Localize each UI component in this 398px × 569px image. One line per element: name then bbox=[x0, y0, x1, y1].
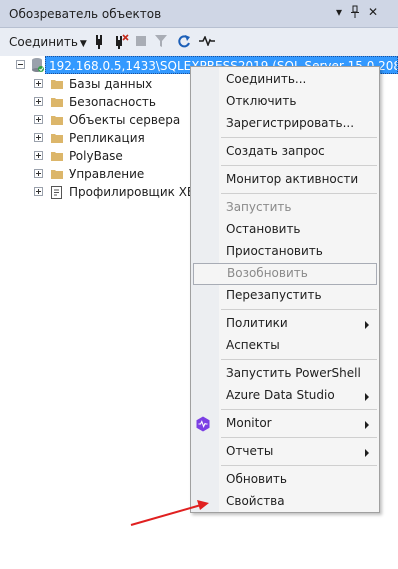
server-icon bbox=[31, 57, 44, 78]
menu-item-reports[interactable]: Отчеты bbox=[191, 441, 379, 463]
folder-icon bbox=[51, 134, 63, 143]
folder-icon bbox=[51, 116, 63, 125]
menu-item-label: Azure Data Studio bbox=[226, 388, 335, 402]
annotation-arrow-icon bbox=[130, 500, 209, 526]
submenu-arrow-icon bbox=[365, 421, 369, 429]
panel-title: Обозреватель объектов bbox=[9, 7, 162, 21]
menu-item-label: Monitor bbox=[226, 416, 272, 430]
menu-item-properties[interactable]: Свойства bbox=[191, 491, 379, 513]
menu-item-label: Свойства bbox=[226, 494, 285, 508]
expand-icon[interactable] bbox=[34, 115, 43, 124]
menu-item-label: Зарегистрировать... bbox=[226, 116, 355, 130]
menu-item-label: Отчеты bbox=[226, 444, 274, 458]
tree-item-label: Репликация bbox=[69, 131, 145, 145]
menu-item-stop[interactable]: Остановить bbox=[191, 219, 379, 241]
submenu-arrow-icon bbox=[365, 449, 369, 457]
menu-separator bbox=[221, 465, 377, 466]
menu-item-label: Остановить bbox=[226, 222, 301, 236]
menu-separator bbox=[221, 359, 377, 360]
menu-item-label: Политики bbox=[226, 316, 288, 330]
menu-item-new-query[interactable]: Создать запрос bbox=[191, 141, 379, 163]
menu-item-start-powershell[interactable]: Запустить PowerShell bbox=[191, 363, 379, 385]
expand-icon[interactable] bbox=[34, 79, 43, 88]
menu-item-label: Перезапустить bbox=[226, 288, 322, 302]
menu-separator bbox=[221, 309, 377, 310]
pin-icon[interactable] bbox=[348, 5, 362, 22]
menu-separator bbox=[221, 437, 377, 438]
menu-item-label: Обновить bbox=[226, 472, 287, 486]
menu-item-start: Запустить bbox=[191, 197, 379, 219]
tree-item-label: Управление bbox=[69, 167, 145, 181]
filter-icon[interactable] bbox=[155, 35, 167, 55]
submenu-arrow-icon bbox=[365, 393, 369, 401]
stop-icon[interactable] bbox=[136, 36, 146, 56]
menu-item-pause[interactable]: Приостановить bbox=[191, 241, 379, 263]
context-menu: Соединить... Отключить Зарегистрировать.… bbox=[190, 66, 380, 513]
menu-item-refresh[interactable]: Обновить bbox=[191, 469, 379, 491]
menu-item-label: Возобновить bbox=[227, 266, 308, 280]
menu-item-register[interactable]: Зарегистрировать... bbox=[191, 113, 379, 135]
menu-item-label: Отключить bbox=[226, 94, 297, 108]
menu-item-label: Аспекты bbox=[226, 338, 280, 352]
menu-item-resume: Возобновить bbox=[193, 263, 377, 285]
tree-item-label: PolyBase bbox=[69, 149, 123, 163]
monitor-hexagon-icon bbox=[196, 416, 210, 432]
expand-icon[interactable] bbox=[34, 169, 43, 178]
menu-separator bbox=[221, 409, 377, 410]
expand-icon[interactable] bbox=[34, 97, 43, 106]
refresh-icon[interactable] bbox=[177, 34, 191, 54]
dropdown-icon[interactable]: ▾ bbox=[332, 5, 346, 19]
tree-item-label: Объекты сервера bbox=[69, 113, 181, 127]
panel-title-bar: Обозреватель объектов ▾ ✕ bbox=[0, 0, 398, 28]
menu-item-facets[interactable]: Аспекты bbox=[191, 335, 379, 357]
tree-item-label: Безопасность bbox=[69, 95, 156, 109]
expand-icon[interactable] bbox=[34, 187, 43, 196]
menu-separator bbox=[221, 193, 377, 194]
menu-item-label: Соединить... bbox=[226, 72, 307, 86]
menu-separator bbox=[221, 137, 377, 138]
connect-label: Соединить bbox=[9, 35, 78, 49]
chevron-down-icon: ▼ bbox=[79, 39, 87, 49]
menu-item-policies[interactable]: Политики bbox=[191, 313, 379, 335]
tree-item-label: Профилировщик XEv bbox=[69, 185, 202, 199]
disconnect-plug-icon[interactable] bbox=[113, 34, 129, 54]
folder-icon bbox=[51, 80, 63, 89]
menu-item-label: Запустить PowerShell bbox=[226, 366, 361, 380]
submenu-arrow-icon bbox=[365, 321, 369, 329]
folder-icon bbox=[51, 152, 63, 161]
folder-icon bbox=[51, 98, 63, 107]
expand-icon[interactable] bbox=[34, 151, 43, 160]
menu-item-monitor[interactable]: Monitor bbox=[191, 413, 379, 435]
menu-item-label: Создать запрос bbox=[226, 144, 325, 158]
profiler-icon bbox=[51, 186, 62, 199]
menu-item-label: Запустить bbox=[226, 200, 292, 214]
menu-item-activity-monitor[interactable]: Монитор активности bbox=[191, 169, 379, 191]
tree-item-label: Базы данных bbox=[69, 77, 153, 91]
menu-separator bbox=[221, 165, 377, 166]
connect-plug-icon[interactable] bbox=[92, 34, 106, 54]
expand-icon[interactable] bbox=[34, 133, 43, 142]
menu-item-disconnect[interactable]: Отключить bbox=[191, 91, 379, 113]
connect-dropdown-button[interactable]: Соединить ▼ bbox=[9, 32, 87, 52]
menu-item-label: Приостановить bbox=[226, 244, 323, 258]
menu-item-azure-data-studio[interactable]: Azure Data Studio bbox=[191, 385, 379, 407]
collapse-icon[interactable] bbox=[16, 60, 25, 69]
toolbar: Соединить ▼ bbox=[0, 28, 398, 56]
menu-item-restart[interactable]: Перезапустить bbox=[191, 285, 379, 307]
menu-item-connect[interactable]: Соединить... bbox=[191, 69, 379, 91]
close-icon[interactable]: ✕ bbox=[366, 5, 380, 19]
menu-item-label: Монитор активности bbox=[226, 172, 359, 186]
activity-monitor-icon[interactable] bbox=[199, 36, 215, 56]
folder-icon bbox=[51, 170, 63, 179]
